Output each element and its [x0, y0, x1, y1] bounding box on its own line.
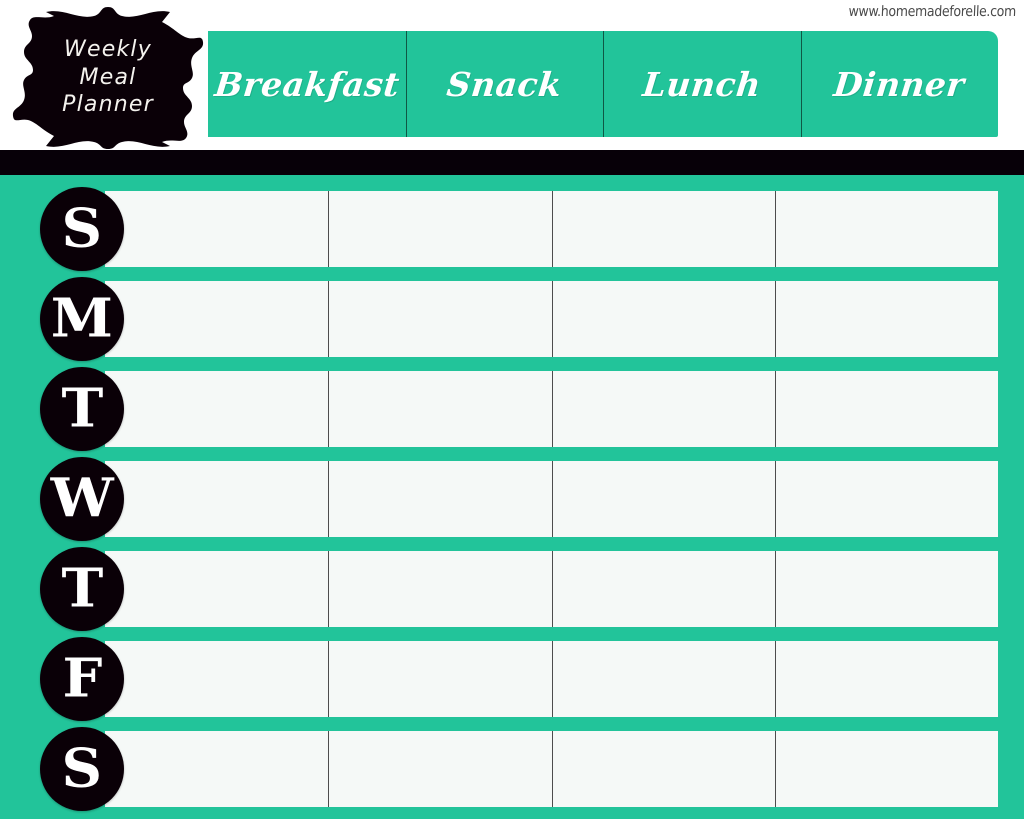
day-badge-friday: F — [40, 637, 124, 721]
meal-cell-breakfast[interactable] — [105, 551, 328, 627]
meal-cell-breakfast[interactable] — [105, 191, 328, 267]
table-row — [105, 191, 998, 267]
meal-cell-lunch[interactable] — [551, 371, 775, 447]
meal-cell-lunch[interactable] — [551, 641, 775, 717]
day-badge-monday: M — [40, 277, 124, 361]
table-row — [105, 281, 998, 357]
title-plaque: Weekly Meal Planner — [12, 6, 204, 150]
day-letter: F — [62, 647, 102, 710]
meal-cell-lunch[interactable] — [551, 461, 775, 537]
day-letter: S — [61, 197, 103, 260]
meal-cell-dinner[interactable] — [774, 731, 998, 807]
meal-cell-breakfast[interactable] — [105, 281, 328, 357]
meal-column-header-dinner[interactable]: Dinner — [800, 31, 999, 137]
day-letter: T — [61, 557, 103, 620]
meal-column-header-label: Breakfast — [212, 64, 402, 104]
day-badge-tuesday: T — [40, 367, 124, 451]
day-letter: T — [61, 377, 103, 440]
meal-cell-dinner[interactable] — [774, 371, 998, 447]
day-badge-wednesday: W — [40, 457, 124, 541]
day-letter: W — [50, 467, 114, 530]
meal-cell-lunch[interactable] — [551, 551, 775, 627]
meal-cell-breakfast[interactable] — [105, 371, 328, 447]
watermark: www.homemadeforelle.com — [847, 2, 1016, 20]
meal-cell-snack[interactable] — [328, 281, 551, 357]
weekly-meal-planner: www.homemadeforelle.com Breakfast Snack … — [0, 0, 1024, 819]
meal-cell-snack[interactable] — [328, 551, 551, 627]
meal-cell-snack[interactable] — [328, 641, 551, 717]
plaque-shape-icon — [12, 7, 204, 149]
meal-cell-lunch[interactable] — [551, 731, 775, 807]
meal-column-header-label: Lunch — [640, 64, 763, 104]
meal-column-header-breakfast[interactable]: Breakfast — [208, 31, 406, 137]
meal-column-header-snack[interactable]: Snack — [405, 31, 604, 137]
meal-cell-snack[interactable] — [328, 461, 551, 537]
day-letter: M — [50, 287, 114, 350]
meal-cell-breakfast[interactable] — [105, 731, 328, 807]
table-row — [105, 371, 998, 447]
table-row — [105, 461, 998, 537]
meal-column-header-row: Breakfast Snack Lunch Dinner — [208, 31, 998, 137]
table-row — [105, 551, 998, 627]
meal-cell-dinner[interactable] — [774, 191, 998, 267]
meal-column-header-lunch[interactable]: Lunch — [603, 31, 801, 137]
header-divider-bar — [0, 150, 1024, 175]
day-rows-container: S M T W T F S — [0, 175, 1024, 819]
day-badge-sunday: S — [40, 187, 124, 271]
meal-cell-lunch[interactable] — [551, 281, 775, 357]
meal-cell-breakfast[interactable] — [105, 641, 328, 717]
meal-cell-dinner[interactable] — [774, 641, 998, 717]
table-row — [105, 731, 998, 807]
day-badge-thursday: T — [40, 547, 124, 631]
meal-cell-snack[interactable] — [328, 731, 551, 807]
day-letter: S — [61, 737, 103, 800]
day-badge-saturday: S — [40, 727, 124, 811]
meal-cell-lunch[interactable] — [551, 191, 775, 267]
meal-cell-snack[interactable] — [328, 371, 551, 447]
meal-cell-breakfast[interactable] — [105, 461, 328, 537]
meal-cell-dinner[interactable] — [774, 551, 998, 627]
meal-cell-dinner[interactable] — [774, 461, 998, 537]
meal-cell-snack[interactable] — [328, 191, 551, 267]
meal-column-header-label: Snack — [444, 64, 564, 104]
meal-cell-dinner[interactable] — [774, 281, 998, 357]
table-row — [105, 641, 998, 717]
meal-column-header-label: Dinner — [831, 64, 967, 104]
